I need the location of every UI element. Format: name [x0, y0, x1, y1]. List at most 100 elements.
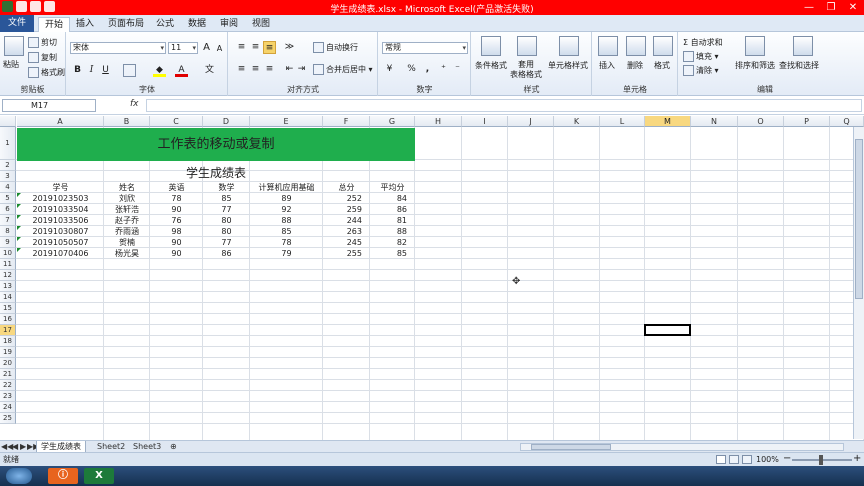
column-header-Q[interactable]: Q	[830, 116, 864, 127]
row-header-19[interactable]: 19	[0, 347, 16, 358]
row-header-4[interactable]: 4	[0, 182, 16, 193]
italic-button[interactable]: I	[85, 64, 98, 77]
paste-icon[interactable]	[4, 36, 24, 56]
currency-icon[interactable]: ¥	[383, 63, 396, 76]
table-cell[interactable]: 20191050507	[17, 237, 104, 248]
row-header-25[interactable]: 25	[0, 413, 16, 424]
merge-center-button[interactable]: 合并后居中 ▾	[313, 64, 373, 75]
row-header-2[interactable]: 2	[0, 160, 16, 171]
row-header-17[interactable]: 17	[0, 325, 16, 336]
table-cell[interactable]: 92	[250, 204, 323, 215]
table-cell[interactable]: 90	[150, 248, 203, 259]
paste-button[interactable]: 粘贴	[3, 59, 19, 70]
table-cell[interactable]: 81	[370, 215, 415, 226]
cell-styles-button[interactable]: 单元格样式	[548, 60, 588, 71]
sort-filter-icon[interactable]	[745, 36, 765, 56]
row-header-3[interactable]: 3	[0, 171, 16, 182]
column-header-P[interactable]: P	[784, 116, 830, 127]
table-cell[interactable]: 杨光昊	[104, 248, 150, 259]
table-cell[interactable]: 259	[323, 204, 370, 215]
table-cell[interactable]: 20191033504	[17, 204, 104, 215]
row-header-15[interactable]: 15	[0, 303, 16, 314]
table-cell[interactable]: 86	[203, 248, 250, 259]
row-header-5[interactable]: 5	[0, 193, 16, 204]
table-cell[interactable]: 252	[323, 193, 370, 204]
row-header-7[interactable]: 7	[0, 215, 16, 226]
worksheet-grid[interactable]: ABCDEFGHIJKLMNOPQ 1 2 3 4 5 6 7 8 9 10 11 12 13 14 15 1…	[0, 116, 864, 440]
table-cell[interactable]: 20191070406	[17, 248, 104, 259]
row-header-12[interactable]: 12	[0, 270, 16, 281]
table-cell[interactable]: 85	[370, 248, 415, 259]
insert-function-button[interactable]: fx	[130, 99, 139, 109]
table-cell[interactable]: 20191023503	[17, 193, 104, 204]
fill-button[interactable]: 填充 ▾	[683, 51, 719, 62]
page-layout-view-icon[interactable]	[729, 455, 739, 464]
conditional-format-button[interactable]: 条件格式	[475, 60, 507, 71]
table-cell[interactable]: 79	[250, 248, 323, 259]
align-center-icon[interactable]: ≡	[249, 63, 262, 76]
header-cell[interactable]: 姓名	[104, 182, 150, 193]
align-right-icon[interactable]: ≡	[263, 63, 276, 76]
table-cell[interactable]: 78	[250, 237, 323, 248]
table-cell[interactable]: 82	[370, 237, 415, 248]
table-format-button[interactable]: 套用 表格格式	[510, 60, 542, 80]
grow-font-button[interactable]: A	[200, 41, 213, 54]
active-cell-selection[interactable]	[644, 324, 691, 336]
font-size-select[interactable]: 11	[168, 42, 198, 54]
header-cell[interactable]: 平均分	[370, 182, 415, 193]
table-cell[interactable]: 255	[323, 248, 370, 259]
table-cell[interactable]: 赵子乔	[104, 215, 150, 226]
increase-indent-icon[interactable]: ⇥	[295, 63, 308, 76]
row-header-9[interactable]: 9	[0, 237, 16, 248]
row-header-16[interactable]: 16	[0, 314, 16, 325]
table-cell[interactable]: 245	[323, 237, 370, 248]
tab-page-layout[interactable]: 页面布局	[102, 17, 150, 32]
clear-button[interactable]: 清除 ▾	[683, 65, 719, 76]
tab-insert[interactable]: 插入	[70, 17, 100, 32]
autosum-button[interactable]: Σ 自动求和	[683, 37, 723, 48]
table-cell[interactable]: 张轩浩	[104, 204, 150, 215]
cut-button[interactable]: 剪切	[28, 37, 57, 48]
column-header-D[interactable]: D	[203, 116, 250, 127]
table-cell[interactable]: 244	[323, 215, 370, 226]
table-cell[interactable]: 77	[203, 204, 250, 215]
table-cell[interactable]: 20191033506	[17, 215, 104, 226]
table-cell[interactable]: 20191030807	[17, 226, 104, 237]
phonetic-icon[interactable]: 文	[203, 64, 216, 77]
table-cell[interactable]: 85	[203, 193, 250, 204]
format-painter-button[interactable]: 格式刷	[28, 67, 65, 78]
row-header-13[interactable]: 13	[0, 281, 16, 292]
cell-styles-icon[interactable]	[559, 36, 579, 56]
tab-review[interactable]: 审阅	[214, 17, 244, 32]
align-middle-icon[interactable]: ≡	[249, 41, 262, 54]
percent-button[interactable]: %	[405, 63, 418, 76]
underline-button[interactable]: U	[99, 64, 112, 77]
zoom-slider[interactable]	[792, 455, 852, 465]
table-cell[interactable]: 贺楠	[104, 237, 150, 248]
column-header-B[interactable]: B	[104, 116, 150, 127]
column-header-J[interactable]: J	[508, 116, 554, 127]
delete-cells-icon[interactable]	[626, 36, 646, 56]
sheet-banner[interactable]: 工作表的移动或复制	[17, 128, 415, 161]
column-header-E[interactable]: E	[250, 116, 323, 127]
comma-button[interactable]: ,	[421, 63, 434, 76]
column-header-H[interactable]: H	[415, 116, 462, 127]
column-header-I[interactable]: I	[462, 116, 508, 127]
tab-file[interactable]: 文件	[0, 15, 34, 32]
row-header-20[interactable]: 20	[0, 358, 16, 369]
font-name-select[interactable]: 宋体	[70, 42, 166, 54]
row-header-10[interactable]: 10	[0, 248, 16, 259]
column-header-O[interactable]: O	[738, 116, 784, 127]
taskbar-excel-icon[interactable]: X	[84, 468, 114, 484]
header-cell[interactable]: 英语	[150, 182, 203, 193]
zoom-slider-thumb[interactable]	[819, 455, 823, 465]
column-header-K[interactable]: K	[554, 116, 600, 127]
column-header-A[interactable]: A	[17, 116, 104, 127]
table-cell[interactable]: 80	[203, 226, 250, 237]
table-cell[interactable]: 80	[203, 215, 250, 226]
row-header-24[interactable]: 24	[0, 402, 16, 413]
table-cell[interactable]: 77	[203, 237, 250, 248]
tab-view[interactable]: 视图	[246, 17, 276, 32]
conditional-format-icon[interactable]	[481, 36, 501, 56]
table-cell[interactable]: 90	[150, 237, 203, 248]
